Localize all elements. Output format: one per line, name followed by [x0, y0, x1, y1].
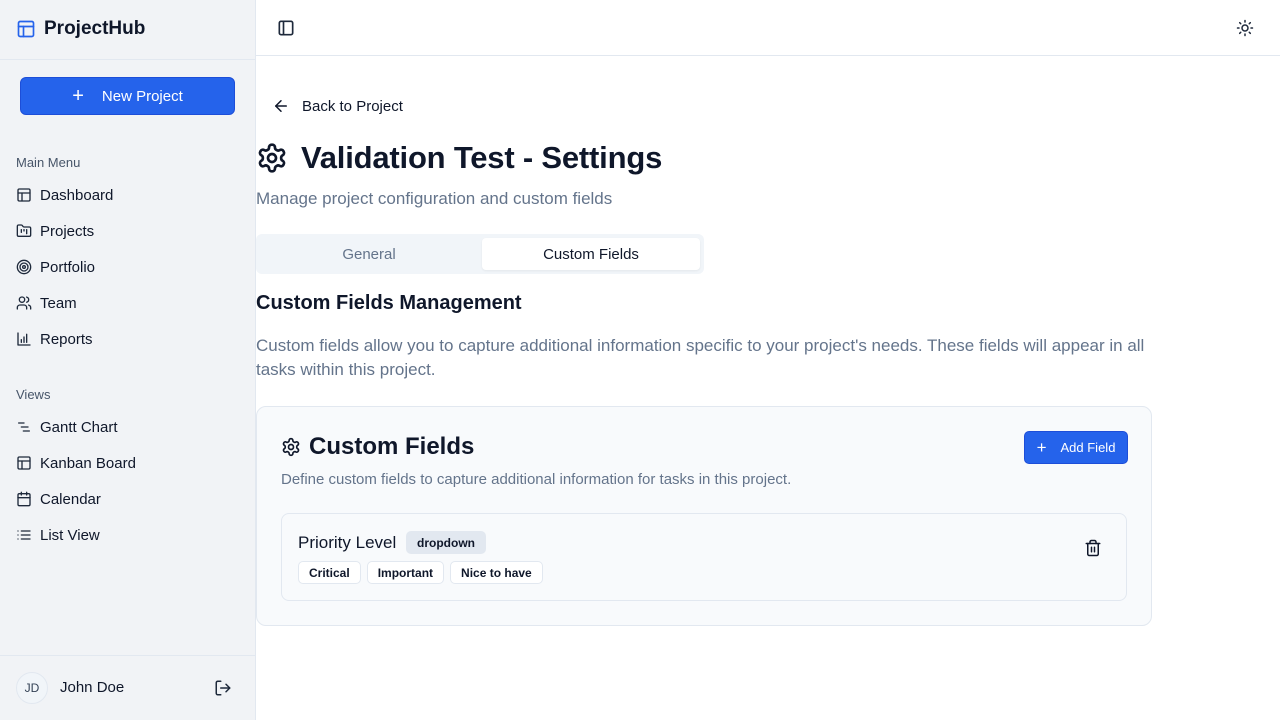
- field-options: Critical Important Nice to have: [298, 561, 543, 584]
- sidebar-item-gantt[interactable]: Gantt Chart: [8, 409, 248, 445]
- bar-chart-icon: [16, 331, 32, 347]
- sidebar-item-projects[interactable]: Projects: [8, 213, 248, 249]
- card-header: Custom Fields: [281, 433, 474, 461]
- page-title: Validation Test - Settings: [301, 140, 663, 175]
- views-menu: Gantt Chart Kanban Board Calendar List V…: [8, 409, 248, 553]
- main-menu: Dashboard Projects Portfolio Team Report…: [8, 177, 248, 357]
- layout-logo-icon: [16, 19, 36, 39]
- section-title: Custom Fields Management: [256, 292, 522, 314]
- plus-icon: +: [1036, 438, 1047, 457]
- option-badge: Nice to have: [450, 561, 543, 584]
- sun-icon[interactable]: [1236, 19, 1254, 37]
- gear-icon: [281, 437, 301, 457]
- plus-icon: +: [72, 85, 84, 107]
- divider: [0, 655, 255, 656]
- app-name: ProjectHub: [44, 18, 146, 39]
- target-icon: [16, 259, 32, 275]
- gear-icon: [256, 142, 288, 174]
- card-title: Custom Fields: [309, 433, 475, 460]
- new-project-label: New Project: [101, 87, 183, 105]
- sidebar-item-reports[interactable]: Reports: [8, 321, 248, 357]
- option-badge: Important: [366, 561, 445, 584]
- page-header: Validation Test - Settings: [256, 140, 662, 176]
- sidebar-item-label: Reports: [40, 330, 93, 348]
- sidebar-item-label: Portfolio: [40, 258, 96, 276]
- add-field-button[interactable]: + Add Field: [1024, 431, 1128, 464]
- tab-custom-fields[interactable]: Custom Fields: [482, 238, 700, 270]
- sidebar-item-label: Team: [40, 294, 77, 312]
- trash-icon[interactable]: [1084, 539, 1102, 557]
- users-icon: [16, 295, 32, 311]
- divider: [0, 59, 255, 60]
- option-badge: Critical: [298, 561, 361, 584]
- field-name: Priority Level: [298, 533, 397, 552]
- tab-general[interactable]: General: [260, 238, 478, 270]
- sidebar-item-dashboard[interactable]: Dashboard: [8, 177, 248, 213]
- custom-field-item: Priority Level dropdown Critical Importa…: [281, 513, 1127, 601]
- sidebar-toggle-icon[interactable]: [276, 18, 296, 38]
- sidebar-item-portfolio[interactable]: Portfolio: [8, 249, 248, 285]
- gantt-icon: [16, 419, 32, 435]
- new-project-button[interactable]: + New Project: [20, 77, 235, 115]
- logout-icon[interactable]: [214, 679, 232, 697]
- layout-icon: [16, 187, 32, 203]
- main-menu-label: Main Menu: [16, 155, 81, 170]
- sidebar-item-kanban[interactable]: Kanban Board: [8, 445, 248, 481]
- arrow-left-icon: [272, 97, 290, 115]
- field-type-badge: dropdown: [406, 531, 486, 554]
- sidebar-item-label: Dashboard: [40, 186, 114, 204]
- custom-fields-card: Custom Fields Define custom fields to ca…: [256, 406, 1152, 626]
- sidebar-item-label: Kanban Board: [40, 454, 136, 472]
- calendar-icon: [16, 491, 32, 507]
- user-name: John Doe: [60, 679, 125, 696]
- sidebar-item-list-view[interactable]: List View: [8, 517, 248, 553]
- folder-kanban-icon: [16, 223, 32, 239]
- section-description: Custom fields allow you to capture addit…: [256, 336, 1145, 379]
- brand[interactable]: ProjectHub: [16, 18, 145, 40]
- back-to-project-link[interactable]: Back to Project: [272, 97, 403, 115]
- sidebar-item-label: List View: [40, 526, 100, 544]
- sidebar-item-label: Projects: [40, 222, 95, 240]
- kanban-icon: [16, 455, 32, 471]
- sidebar-item-label: Gantt Chart: [40, 418, 118, 436]
- views-label: Views: [16, 387, 51, 402]
- page-subtitle: Manage project configuration and custom …: [256, 189, 613, 208]
- settings-tabs: General Custom Fields: [256, 234, 704, 274]
- avatar[interactable]: JD: [16, 672, 48, 704]
- sidebar: ProjectHub + New Project Main Menu Dashb…: [0, 0, 256, 720]
- sidebar-item-calendar[interactable]: Calendar: [8, 481, 248, 517]
- card-description: Define custom fields to capture addition…: [281, 471, 792, 488]
- sidebar-item-team[interactable]: Team: [8, 285, 248, 321]
- top-header: [256, 0, 1280, 56]
- sidebar-item-label: Calendar: [40, 490, 101, 508]
- back-label: Back to Project: [302, 97, 403, 115]
- add-field-label: Add Field: [1060, 440, 1116, 455]
- list-icon: [16, 527, 32, 543]
